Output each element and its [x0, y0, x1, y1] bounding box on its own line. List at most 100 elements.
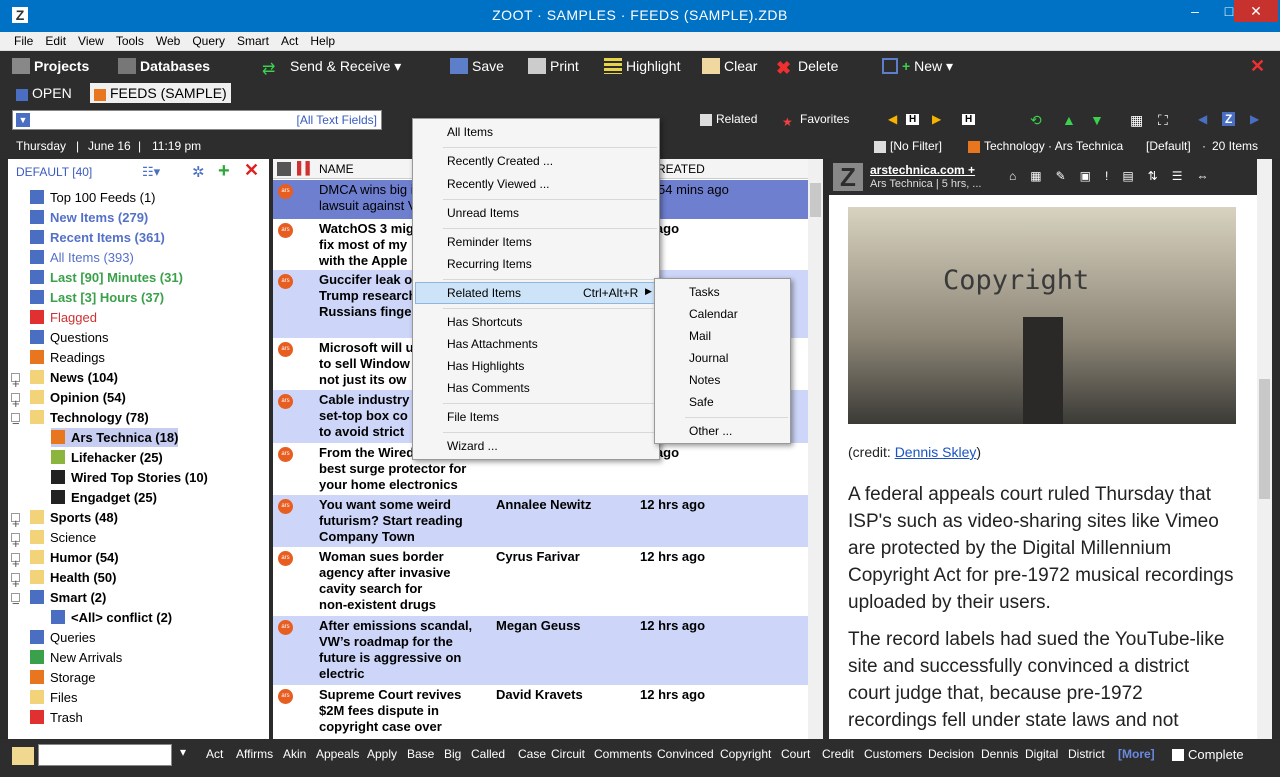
- keyword-chip[interactable]: Comments: [594, 747, 652, 761]
- keyword-chip[interactable]: District: [1068, 747, 1105, 761]
- tree-expander[interactable]: −: [11, 413, 20, 431]
- credit-link[interactable]: Dennis Skley: [895, 444, 977, 460]
- no-filter-button[interactable]: [No Filter]: [874, 139, 942, 153]
- keyword-chip[interactable]: Customers: [864, 747, 922, 761]
- tree-item[interactable]: Recent Items (361): [30, 228, 165, 247]
- fullscreen-icon[interactable]: ⛶: [1158, 112, 1168, 129]
- tree-item[interactable]: Smart (2): [30, 588, 106, 607]
- menu-item[interactable]: File Items: [447, 410, 499, 424]
- menu-act[interactable]: Act: [275, 32, 304, 50]
- tree-item[interactable]: New Arrivals: [30, 648, 122, 667]
- keyword-chip[interactable]: Act: [206, 747, 223, 761]
- tree-expander[interactable]: −: [11, 593, 20, 611]
- menu-edit[interactable]: Edit: [39, 32, 72, 50]
- keyword-chip[interactable]: Court: [781, 747, 810, 761]
- projects-button[interactable]: Projects: [12, 56, 89, 76]
- tree-expander[interactable]: +: [11, 573, 20, 591]
- column-created[interactable]: REATED: [657, 162, 705, 176]
- menu-item[interactable]: Recently Viewed ...: [447, 177, 550, 191]
- tree-item[interactable]: All Items (393): [30, 248, 134, 267]
- menu-item[interactable]: All Items: [447, 125, 493, 139]
- new-button[interactable]: + New ▾: [882, 56, 953, 76]
- tree-item[interactable]: New Items (279): [30, 208, 148, 227]
- menu-tools[interactable]: Tools: [110, 32, 150, 50]
- table-row[interactable]: ars Woman sues border agency after invasiv…: [273, 547, 808, 616]
- tree-item[interactable]: Sports (48): [30, 508, 118, 527]
- zoot-nav-icon[interactable]: Z: [1222, 112, 1236, 126]
- tree-item[interactable]: Health (50): [30, 568, 116, 587]
- prev-icon[interactable]: ◀: [1198, 112, 1207, 126]
- menu-item[interactable]: Has Comments: [447, 381, 530, 395]
- submenu-item[interactable]: Notes: [689, 373, 720, 387]
- menu-file[interactable]: File: [8, 32, 39, 50]
- menu-query[interactable]: Query: [186, 32, 231, 50]
- keyword-chip[interactable]: Akin: [283, 747, 306, 761]
- keyword-chip[interactable]: Dennis: [981, 747, 1018, 761]
- keyword-filter-icon[interactable]: ▾: [180, 745, 186, 759]
- minimize-button[interactable]: –: [1178, 0, 1212, 22]
- more-keywords-link[interactable]: [More]: [1118, 747, 1155, 761]
- next-icon[interactable]: ▶: [1250, 112, 1259, 126]
- tree-item[interactable]: Readings: [30, 348, 105, 367]
- submenu-item[interactable]: Other ...: [689, 424, 732, 438]
- favorites-button[interactable]: ★ Favorites: [782, 112, 849, 129]
- keyword-chip[interactable]: Called: [471, 747, 505, 761]
- menu-item[interactable]: Has Shortcuts: [447, 315, 522, 329]
- source-link[interactable]: arstechnica.com +: [870, 163, 975, 177]
- scroll-thumb[interactable]: [810, 183, 821, 217]
- table-row[interactable]: ars Supreme Court revives $2M fees dispute…: [273, 685, 808, 739]
- tree-item[interactable]: Questions: [30, 328, 109, 347]
- tree-item[interactable]: Last [90] Minutes (31): [30, 268, 183, 287]
- tree-item[interactable]: News (104): [30, 368, 118, 387]
- related-button[interactable]: Related: [700, 112, 757, 126]
- menu-smart[interactable]: Smart: [231, 32, 275, 50]
- grid-view-icon[interactable]: ▦: [1130, 112, 1143, 129]
- highlight-button[interactable]: Highlight: [604, 56, 680, 76]
- menu-item[interactable]: Related Items: [447, 286, 521, 300]
- refresh-icon[interactable]: ⟲: [1030, 112, 1042, 129]
- table-row[interactable]: ars After emissions scandal, VW’s roadmap …: [273, 616, 808, 685]
- keyword-chip[interactable]: Base: [407, 747, 434, 761]
- menu-item[interactable]: Recently Created ...: [447, 154, 553, 168]
- close-window-button[interactable]: ✕: [1234, 0, 1278, 22]
- keyword-chip[interactable]: Apply: [367, 747, 397, 761]
- tree-item[interactable]: Lifehacker (25): [51, 448, 163, 467]
- menu-item[interactable]: Wizard ...: [447, 439, 498, 453]
- tree-item[interactable]: Flagged: [30, 308, 97, 327]
- delete-button[interactable]: ✖ Delete: [776, 56, 838, 78]
- menu-item[interactable]: Reminder Items: [447, 235, 532, 249]
- add-folder-icon[interactable]: +: [218, 160, 230, 183]
- menu-item[interactable]: Has Highlights: [447, 359, 524, 373]
- keyword-chip[interactable]: Digital: [1025, 747, 1058, 761]
- tree-item[interactable]: Last [3] Hours (37): [30, 288, 164, 307]
- tree-item[interactable]: Humor (54): [30, 548, 119, 567]
- close-pane-icon[interactable]: ✕: [1250, 56, 1265, 76]
- tree-item[interactable]: Technology (78): [30, 408, 149, 427]
- tree-item[interactable]: Top 100 Feeds (1): [30, 188, 156, 207]
- tree-item[interactable]: Files: [30, 688, 77, 707]
- keyword-chip[interactable]: Case: [518, 747, 546, 761]
- search-field-selector[interactable]: [All Text Fields]: [297, 113, 377, 127]
- tab-open[interactable]: OPEN: [12, 83, 76, 103]
- search-input[interactable]: ▼ [All Text Fields]: [12, 110, 382, 130]
- tree-item[interactable]: Wired Top Stories (10): [51, 468, 208, 487]
- tree-expander[interactable]: +: [11, 393, 20, 411]
- tree-expander[interactable]: +: [11, 513, 20, 531]
- table-row[interactable]: ars You want some weird futurism? Start re…: [273, 495, 808, 547]
- tree-item[interactable]: Ars Technica (18): [51, 428, 179, 447]
- home-menu-icon[interactable]: H: [962, 114, 976, 125]
- home-icon[interactable]: H: [906, 114, 920, 125]
- complete-toggle[interactable]: Complete: [1172, 747, 1244, 762]
- column-name[interactable]: NAME: [319, 162, 354, 176]
- tree-item[interactable]: Queries: [30, 628, 96, 647]
- reader-tools[interactable]: ⌂▦✎▣!▤⇅☰⇔: [1009, 169, 1222, 183]
- tag-icon[interactable]: [12, 747, 34, 765]
- tree-item[interactable]: Storage: [30, 668, 96, 687]
- remove-folder-icon[interactable]: ✕: [244, 160, 259, 181]
- save-button[interactable]: Save: [450, 56, 504, 76]
- keyword-chip[interactable]: Appeals: [316, 747, 359, 761]
- keyword-chip[interactable]: Decision: [928, 747, 974, 761]
- gear-icon[interactable]: ✲: [192, 163, 205, 181]
- menu-view[interactable]: View: [72, 32, 110, 50]
- keyword-chip[interactable]: Convinced: [657, 747, 714, 761]
